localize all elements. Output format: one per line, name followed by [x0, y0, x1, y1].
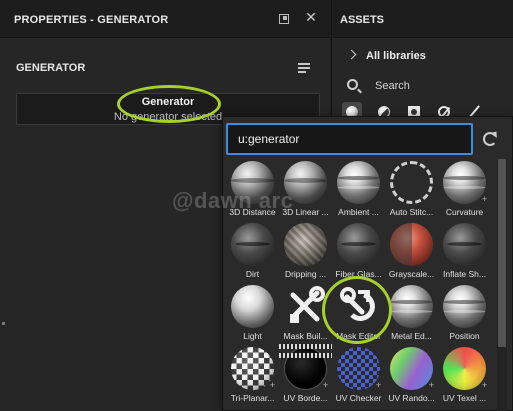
- mask-editor-icon: [338, 285, 380, 327]
- generator-thumbnail: [443, 223, 486, 266]
- popup-scrollbar[interactable]: [497, 159, 507, 411]
- list-menu-icon[interactable]: [296, 60, 314, 76]
- generator-item-label: UV Rando...: [388, 393, 435, 403]
- mask-builder-icon: [285, 285, 327, 327]
- refresh-icon[interactable]: [483, 132, 497, 146]
- plus-badge-icon: +: [481, 194, 488, 204]
- generator-item[interactable]: Auto Stitc...: [385, 159, 438, 221]
- generator-item[interactable]: Fiber Glas...: [332, 221, 385, 283]
- generator-item-label: 3D Distance: [229, 207, 276, 217]
- generator-item-label: Inflate Sh...: [443, 269, 486, 279]
- float-window-icon[interactable]: [279, 14, 289, 24]
- generator-item[interactable]: Inflate Sh...: [438, 221, 491, 283]
- generator-item-label: Dirt: [245, 269, 260, 279]
- generator-thumbnail: [284, 223, 327, 266]
- search-label: Search: [375, 80, 410, 92]
- plus-badge-icon: +: [322, 380, 329, 390]
- generator-item-label: Grayscale...: [388, 269, 435, 279]
- generator-item-label: Tri-Planar...: [230, 393, 275, 403]
- generator-thumbnail: [390, 285, 433, 328]
- all-libraries-row[interactable]: All libraries: [332, 46, 513, 68]
- generator-item-label: Ambient ...: [338, 207, 379, 217]
- generator-thumbnail: [443, 285, 486, 328]
- uv-border-strip: [279, 353, 332, 358]
- properties-tab-bar: PROPERTIES - GENERATOR ✕: [0, 0, 330, 38]
- plus-badge-icon: +: [375, 380, 382, 390]
- generator-item[interactable]: Ambient ...: [332, 159, 385, 221]
- close-icon[interactable]: ✕: [303, 9, 319, 25]
- popup-scrollbar-thumb[interactable]: [498, 159, 506, 347]
- generator-item[interactable]: Dripping ...: [279, 221, 332, 283]
- assets-panel-title: ASSETS: [340, 14, 385, 26]
- assets-tab-bar: ASSETS: [332, 0, 513, 38]
- plus-badge-icon: +: [428, 380, 435, 390]
- assets-search-row[interactable]: Search: [332, 76, 513, 96]
- generator-item[interactable]: 3D Distance: [226, 159, 279, 221]
- generator-item-label: Light: [243, 331, 262, 341]
- generator-name: Generator: [141, 96, 195, 108]
- generator-item[interactable]: Metal Ed...: [385, 283, 438, 345]
- generator-item-label: Mask Editor: [336, 331, 381, 341]
- uv-border-strip: [279, 344, 332, 349]
- generator-item[interactable]: Tri-Planar... +: [226, 345, 279, 407]
- generator-item[interactable]: Grayscale...: [385, 221, 438, 283]
- generator-item-label: Dripping ...: [284, 269, 327, 279]
- plus-badge-icon: +: [481, 380, 488, 390]
- all-libraries-label: All libraries: [366, 50, 426, 62]
- generator-picker-popup: 3D Distance 3D Linear ... Ambient ... Auto …: [222, 116, 513, 411]
- generator-item-label: Mask Buil...: [283, 331, 328, 341]
- plus-badge-icon: +: [269, 380, 276, 390]
- generator-grid: 3D Distance 3D Linear ... Ambient ... Auto …: [226, 159, 494, 411]
- generator-thumbnail: [231, 285, 274, 328]
- generator-thumbnail: [231, 161, 274, 204]
- generator-item[interactable]: Light: [226, 283, 279, 345]
- generator-thumbnail: [390, 223, 433, 266]
- generator-thumbnail: [337, 161, 380, 204]
- generator-item-label: UV Borde...: [283, 393, 328, 403]
- chevron-right-icon[interactable]: [346, 49, 357, 60]
- generator-item-label: Auto Stitc...: [389, 207, 434, 217]
- generator-item[interactable]: Mask Editor: [332, 283, 385, 345]
- generator-item[interactable]: UV Borde... +: [279, 344, 332, 407]
- generator-item[interactable]: UV Rando... +: [385, 345, 438, 407]
- generator-thumbnail: [337, 223, 380, 266]
- generator-item-label: UV Checker: [335, 393, 382, 403]
- generator-item-label: UV Texel ...: [442, 393, 487, 403]
- generator-item-label: Curvature: [445, 207, 484, 217]
- generator-item[interactable]: Mask Buil...: [279, 283, 332, 345]
- generator-item[interactable]: UV Checker +: [332, 345, 385, 407]
- generator-item[interactable]: 3D Linear ...: [279, 159, 332, 221]
- generator-thumbnail: [390, 161, 433, 204]
- generator-item[interactable]: Curvature +: [438, 159, 491, 221]
- panel-edge-marker: [2, 322, 5, 325]
- generator-section-title: GENERATOR: [16, 62, 86, 74]
- generator-item-label: Metal Ed...: [391, 331, 432, 341]
- generator-thumbnail: [284, 161, 327, 204]
- generator-thumbnail: [231, 223, 274, 266]
- generator-search-input[interactable]: [226, 123, 473, 155]
- search-icon: [347, 79, 358, 90]
- properties-panel-title: PROPERTIES - GENERATOR: [14, 14, 169, 26]
- generator-item[interactable]: Dirt: [226, 221, 279, 283]
- generator-item[interactable]: UV Texel ... +: [438, 345, 491, 407]
- generator-item-label: Position: [449, 331, 480, 341]
- generator-item-label: Fiber Glas...: [335, 269, 382, 279]
- generator-item-label: 3D Linear ...: [282, 207, 329, 217]
- generator-item[interactable]: Position: [438, 283, 491, 345]
